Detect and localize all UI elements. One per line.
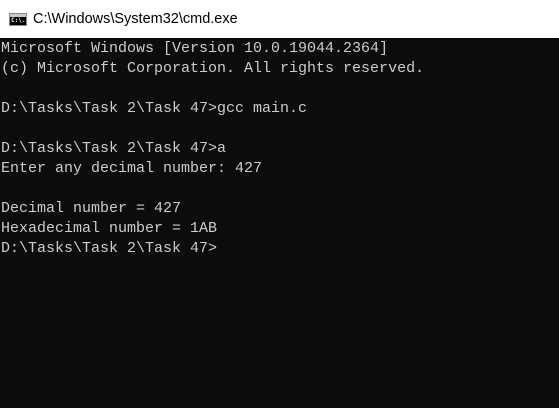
cmd-window: C:\. C:\Windows\System32\cmd.exe Microso… [0, 0, 559, 408]
icon-prompt-glyph: C:\. [11, 16, 26, 24]
console-output[interactable]: Microsoft Windows [Version 10.0.19044.23… [0, 39, 559, 408]
console-line-hex-output: Hexadecimal number = 1AB [1, 220, 218, 237]
console-line-input-prompt: Enter any decimal number: 427 [1, 160, 263, 177]
console-line-banner: Microsoft Windows [Version 10.0.19044.23… [1, 40, 389, 57]
console-line-run-command: D:\Tasks\Task 2\Task 47>a [1, 140, 227, 157]
console-line-decimal-output: Decimal number = 427 [1, 200, 182, 217]
cmd-icon[interactable]: C:\. [9, 12, 27, 26]
console-line-compile-command: D:\Tasks\Task 2\Task 47>gcc main.c [1, 100, 308, 117]
window-title: C:\Windows\System32\cmd.exe [33, 11, 238, 27]
title-bar[interactable]: C:\. C:\Windows\System32\cmd.exe [0, 0, 559, 38]
console-line-copyright: (c) Microsoft Corporation. All rights re… [1, 60, 425, 77]
console-line-current-prompt[interactable]: D:\Tasks\Task 2\Task 47> [1, 239, 559, 259]
